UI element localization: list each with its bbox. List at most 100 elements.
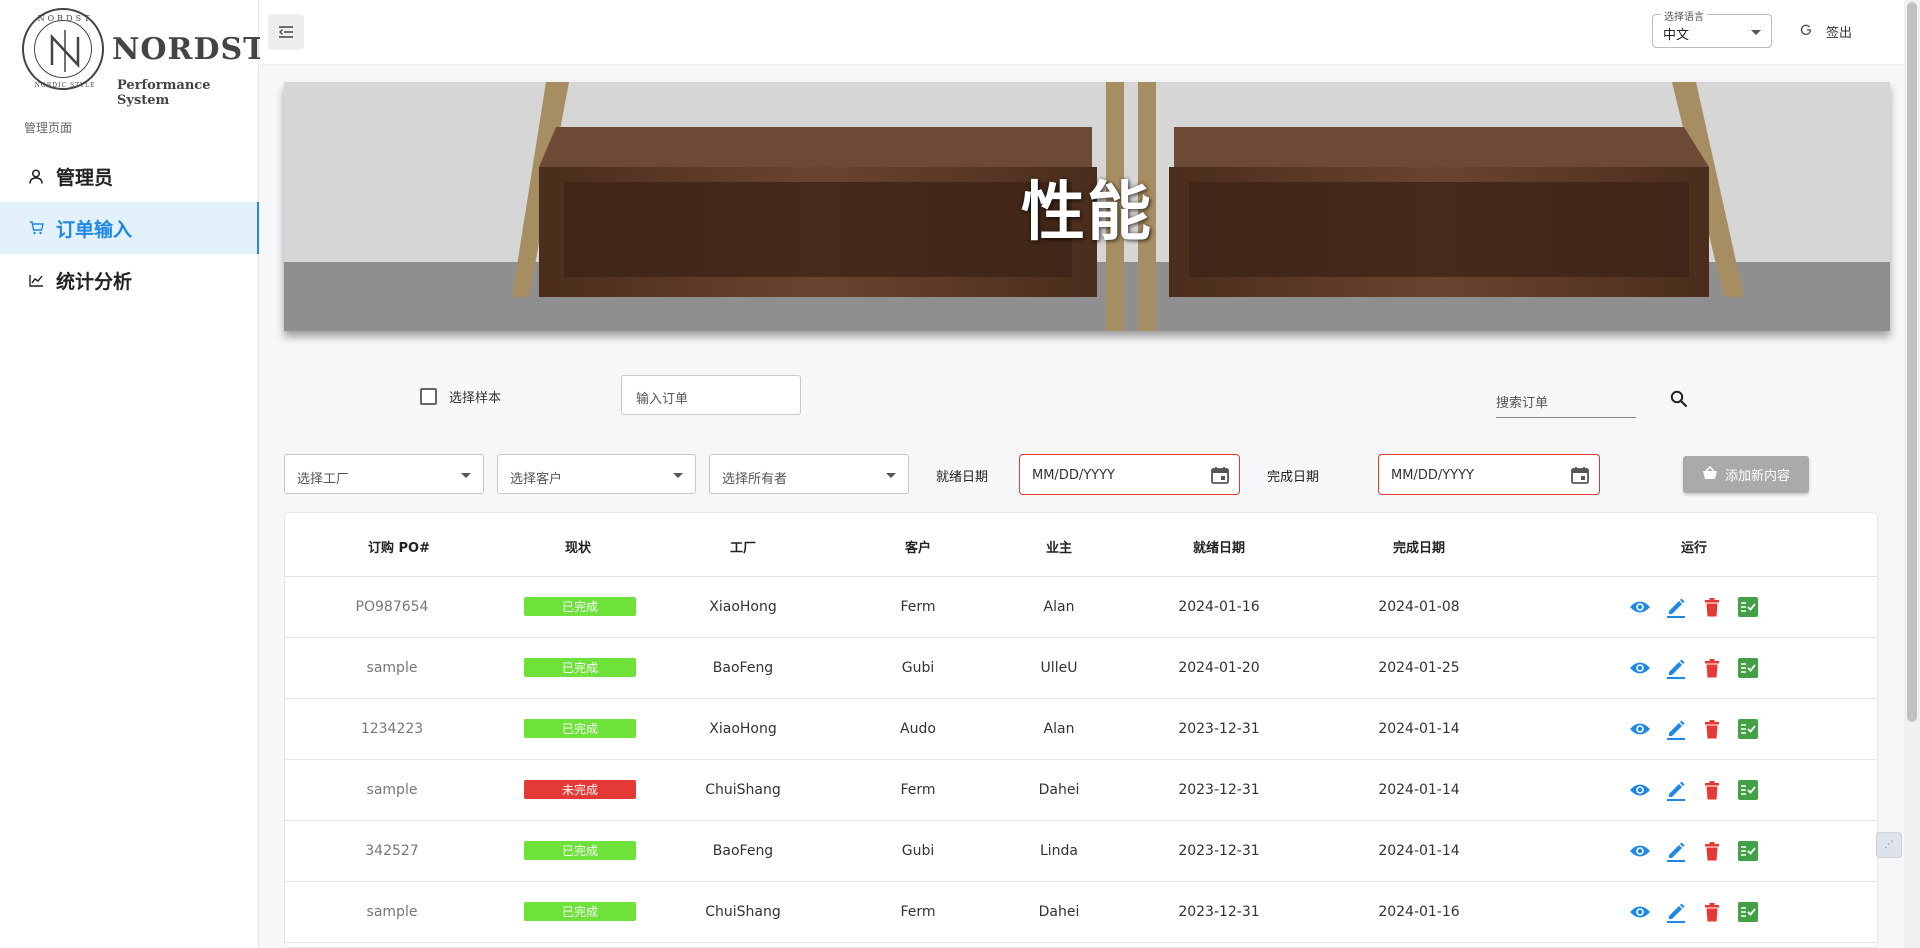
- chevron-down-icon: [461, 473, 471, 478]
- sidebar-item-admin[interactable]: 管理员: [0, 150, 259, 202]
- cell-po: 1234223: [360, 721, 424, 737]
- cell-customer: Audo: [900, 721, 936, 737]
- banner: 性能: [284, 82, 1890, 331]
- row-actions: [1629, 840, 1759, 862]
- order-input[interactable]: 输入订单: [621, 375, 801, 415]
- approve-icon[interactable]: [1737, 840, 1759, 862]
- cell-factory: XiaoHong: [709, 721, 777, 737]
- edit-icon[interactable]: [1665, 779, 1687, 801]
- edit-icon[interactable]: [1665, 840, 1687, 862]
- edit-icon[interactable]: [1665, 901, 1687, 923]
- banner-title: 性能: [1021, 175, 1153, 250]
- user-icon: [28, 168, 44, 184]
- table-row[interactable]: PO987654 已完成 XiaoHong Ferm Alan 2024-01-…: [285, 577, 1877, 638]
- floating-helper-icon[interactable]: ⋰: [1876, 832, 1902, 858]
- sidebar: NORDST NORDIC STYLE NORDST Performance S…: [0, 0, 266, 948]
- approve-icon[interactable]: [1737, 779, 1759, 801]
- table-row[interactable]: sample 已完成 BaoFeng Gubi UlleU 2024-01-20…: [285, 638, 1877, 699]
- cell-owner: Dahei: [1038, 904, 1080, 920]
- header-actions: 运行: [1680, 541, 1708, 556]
- delete-icon[interactable]: [1701, 779, 1723, 801]
- add-new-button[interactable]: 添加新内容: [1683, 456, 1809, 493]
- page-scrollbar[interactable]: [1904, 0, 1920, 948]
- table-row[interactable]: 1234223 已完成 XiaoHong Audo Alan 2023-12-3…: [285, 699, 1877, 760]
- cell-customer: Ferm: [900, 599, 936, 615]
- cell-ready-date: 2024-01-16: [1178, 599, 1260, 615]
- calendar-icon[interactable]: [1210, 465, 1230, 489]
- view-icon[interactable]: [1629, 840, 1651, 862]
- view-icon[interactable]: [1629, 596, 1651, 618]
- cell-factory: XiaoHong: [709, 599, 777, 615]
- logout-icon: [1800, 24, 1812, 40]
- edit-icon[interactable]: [1665, 657, 1687, 679]
- ready-date-input[interactable]: MM/DD/YYYY: [1019, 454, 1240, 495]
- header-ready-date: 就绪日期: [1192, 541, 1246, 556]
- view-icon[interactable]: [1629, 718, 1651, 740]
- logo-seal: NORDST NORDIC STYLE: [22, 8, 104, 90]
- cell-customer: Gubi: [901, 843, 935, 859]
- cell-customer: Ferm: [900, 782, 936, 798]
- owner-select-value: 选择所有者: [722, 472, 788, 487]
- owner-select[interactable]: 选择所有者: [709, 454, 909, 494]
- approve-icon[interactable]: [1737, 657, 1759, 679]
- search-icon[interactable]: [1670, 390, 1688, 412]
- sidebar-item-order-entry[interactable]: 订单输入: [0, 202, 259, 254]
- logout-label: 签出: [1826, 26, 1853, 41]
- view-icon[interactable]: [1629, 779, 1651, 801]
- logout-button[interactable]: 签出: [1800, 22, 1852, 41]
- cell-owner: Alan: [1043, 599, 1075, 615]
- menu-toggle-button[interactable]: [268, 14, 304, 50]
- complete-date-placeholder: MM/DD/YYYY: [1391, 468, 1474, 483]
- sample-checkbox[interactable]: 选择样本: [420, 387, 501, 406]
- delete-icon[interactable]: [1701, 596, 1723, 618]
- header-factory: 工厂: [729, 541, 757, 556]
- approve-icon[interactable]: [1737, 901, 1759, 923]
- customer-select[interactable]: 选择客户: [497, 454, 696, 494]
- language-select[interactable]: 选择语言 中文: [1652, 8, 1772, 48]
- cell-po: PO987654: [355, 599, 429, 615]
- sidebar-item-label: 订单输入: [56, 218, 133, 241]
- cell-ready-date: 2023-12-31: [1178, 843, 1260, 859]
- sidebar-item-label: 统计分析: [56, 270, 133, 293]
- calendar-icon[interactable]: [1570, 465, 1590, 489]
- chevron-down-icon: [886, 473, 896, 478]
- table-row[interactable]: sample 未完成 ChuiShang Ferm Dahei 2023-12-…: [285, 760, 1877, 821]
- complete-date-input[interactable]: MM/DD/YYYY: [1378, 454, 1600, 495]
- search-order-input[interactable]: 搜索订单: [1496, 392, 1636, 418]
- table-row[interactable]: 342527 已完成 BaoFeng Gubi Linda 2023-12-31…: [285, 821, 1877, 882]
- edit-icon[interactable]: [1665, 596, 1687, 618]
- cell-factory: BaoFeng: [712, 843, 774, 859]
- ready-date-placeholder: MM/DD/YYYY: [1032, 468, 1115, 483]
- cell-owner: Dahei: [1038, 782, 1080, 798]
- table-row[interactable]: sample 已完成 ChuiShang Ferm Dahei 2023-12-…: [285, 882, 1877, 943]
- delete-icon[interactable]: [1701, 718, 1723, 740]
- delete-icon[interactable]: [1701, 901, 1723, 923]
- cart-icon: [28, 220, 44, 236]
- factory-select[interactable]: 选择工厂: [284, 454, 484, 494]
- scrollbar-thumb[interactable]: [1907, 2, 1917, 722]
- factory-select-value: 选择工厂: [297, 472, 350, 487]
- cell-complete-date: 2024-01-25: [1378, 660, 1460, 676]
- cell-ready-date: 2023-12-31: [1178, 904, 1260, 920]
- complete-date-label: 完成日期: [1267, 470, 1320, 485]
- ready-date-label: 就绪日期: [936, 470, 989, 485]
- checkbox-box[interactable]: [420, 388, 437, 405]
- status-badge: 已完成: [524, 902, 636, 921]
- approve-icon[interactable]: [1737, 596, 1759, 618]
- cell-ready-date: 2024-01-20: [1178, 660, 1260, 676]
- sidebar-item-statistics[interactable]: 统计分析: [0, 254, 259, 306]
- sample-checkbox-label: 选择样本: [449, 391, 502, 406]
- cell-customer: Gubi: [901, 660, 935, 676]
- cell-factory: ChuiShang: [705, 782, 781, 798]
- delete-icon[interactable]: [1701, 840, 1723, 862]
- approve-icon[interactable]: [1737, 718, 1759, 740]
- svg-text:NORDST: NORDST: [38, 14, 93, 23]
- delete-icon[interactable]: [1701, 657, 1723, 679]
- edit-icon[interactable]: [1665, 718, 1687, 740]
- cell-po: sample: [366, 904, 418, 920]
- cell-ready-date: 2023-12-31: [1178, 721, 1260, 737]
- basket-icon: [1702, 465, 1718, 484]
- view-icon[interactable]: [1629, 901, 1651, 923]
- cell-po: 342527: [365, 843, 419, 859]
- view-icon[interactable]: [1629, 657, 1651, 679]
